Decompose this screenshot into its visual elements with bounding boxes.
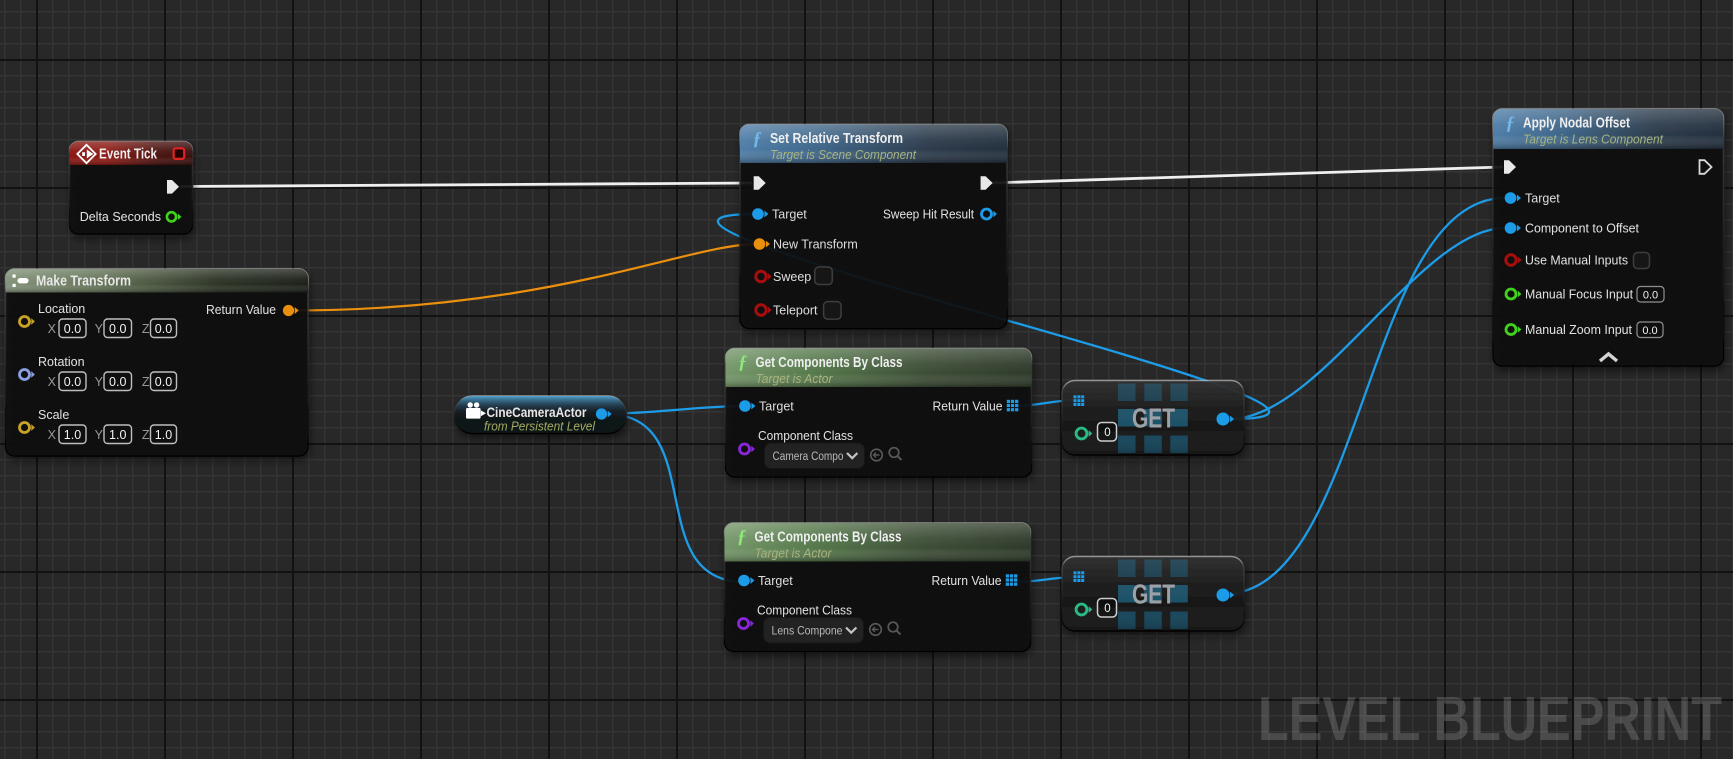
svg-text:Lens Compone: Lens Compone — [772, 626, 843, 638]
svg-text:Y: Y — [95, 428, 104, 442]
svg-text:Target: Target — [758, 574, 793, 588]
svg-text:1.0: 1.0 — [109, 428, 126, 442]
svg-text:X: X — [48, 322, 57, 336]
svg-text:Component Class: Component Class — [757, 604, 852, 618]
svg-text:0.0: 0.0 — [109, 375, 126, 389]
svg-text:New Transform: New Transform — [773, 238, 858, 252]
svg-text:0.0: 0.0 — [1643, 289, 1658, 301]
svg-text:Teleport: Teleport — [773, 304, 818, 318]
svg-text:Z: Z — [142, 322, 150, 336]
svg-text:Scale: Scale — [38, 408, 69, 422]
svg-text:X: X — [48, 375, 57, 389]
svg-text:from Persistent Level: from Persistent Level — [484, 419, 596, 434]
svg-text:Target is Actor: Target is Actor — [756, 371, 834, 386]
svg-text:Apply Nodal Offset: Apply Nodal Offset — [1523, 116, 1630, 132]
svg-text:Z: Z — [142, 375, 150, 389]
svg-text:0.0: 0.0 — [1642, 325, 1657, 337]
svg-text:Event Tick: Event Tick — [99, 147, 158, 163]
svg-text:0.0: 0.0 — [155, 322, 172, 336]
svg-text:ƒ: ƒ — [737, 528, 746, 548]
svg-text:Z: Z — [142, 428, 150, 442]
svg-text:Set Relative Transform: Set Relative Transform — [770, 131, 903, 147]
svg-text:Target: Target — [759, 400, 794, 414]
svg-text:0.0: 0.0 — [155, 375, 172, 389]
svg-text:ƒ: ƒ — [753, 130, 762, 150]
svg-text:Return Value: Return Value — [206, 303, 276, 317]
svg-text:ƒ: ƒ — [1506, 114, 1515, 134]
svg-text:Delta Seconds: Delta Seconds — [80, 210, 161, 224]
svg-text:0.0: 0.0 — [64, 375, 81, 389]
svg-text:0: 0 — [1104, 427, 1110, 439]
svg-text:Manual Focus Input: Manual Focus Input — [1525, 288, 1634, 302]
svg-text:Target: Target — [1525, 192, 1560, 206]
svg-text:Make Transform: Make Transform — [36, 274, 131, 290]
svg-text:Y: Y — [95, 322, 104, 336]
svg-text:Return Value: Return Value — [932, 574, 1002, 588]
svg-text:Manual Zoom Input: Manual Zoom Input — [1525, 323, 1633, 337]
svg-text:1.0: 1.0 — [155, 428, 172, 442]
svg-text:Return Value: Return Value — [933, 400, 1003, 414]
svg-text:Component Class: Component Class — [758, 429, 853, 443]
svg-text:0: 0 — [1104, 603, 1110, 615]
svg-text:GET: GET — [1132, 579, 1175, 610]
svg-text:Location: Location — [38, 302, 85, 316]
svg-text:0.0: 0.0 — [109, 322, 126, 336]
svg-text:Use Manual Inputs: Use Manual Inputs — [1525, 254, 1628, 268]
svg-text:1.0: 1.0 — [64, 428, 81, 442]
svg-text:ƒ: ƒ — [738, 353, 747, 373]
svg-text:Target: Target — [772, 208, 807, 222]
svg-text:Rotation: Rotation — [38, 355, 85, 369]
svg-text:Y: Y — [95, 375, 104, 389]
svg-text:Get Components By Class: Get Components By Class — [756, 355, 903, 371]
svg-text:Target is Actor: Target is Actor — [755, 546, 833, 561]
svg-text:Target is Lens Component: Target is Lens Component — [1523, 132, 1664, 147]
svg-text:LEVEL BLUEPRINT: LEVEL BLUEPRINT — [1258, 685, 1722, 754]
svg-text:GET: GET — [1132, 403, 1175, 434]
svg-text:Get Components By Class: Get Components By Class — [755, 530, 902, 546]
svg-text:Target is Scene Component: Target is Scene Component — [770, 147, 917, 162]
svg-text:Sweep Hit Result: Sweep Hit Result — [883, 208, 974, 222]
svg-text:0.0: 0.0 — [64, 322, 81, 336]
svg-text:X: X — [48, 428, 57, 442]
svg-text:Component to Offset: Component to Offset — [1525, 222, 1640, 236]
svg-text:Sweep: Sweep — [773, 270, 811, 284]
svg-text:Camera Compo: Camera Compo — [773, 451, 844, 463]
